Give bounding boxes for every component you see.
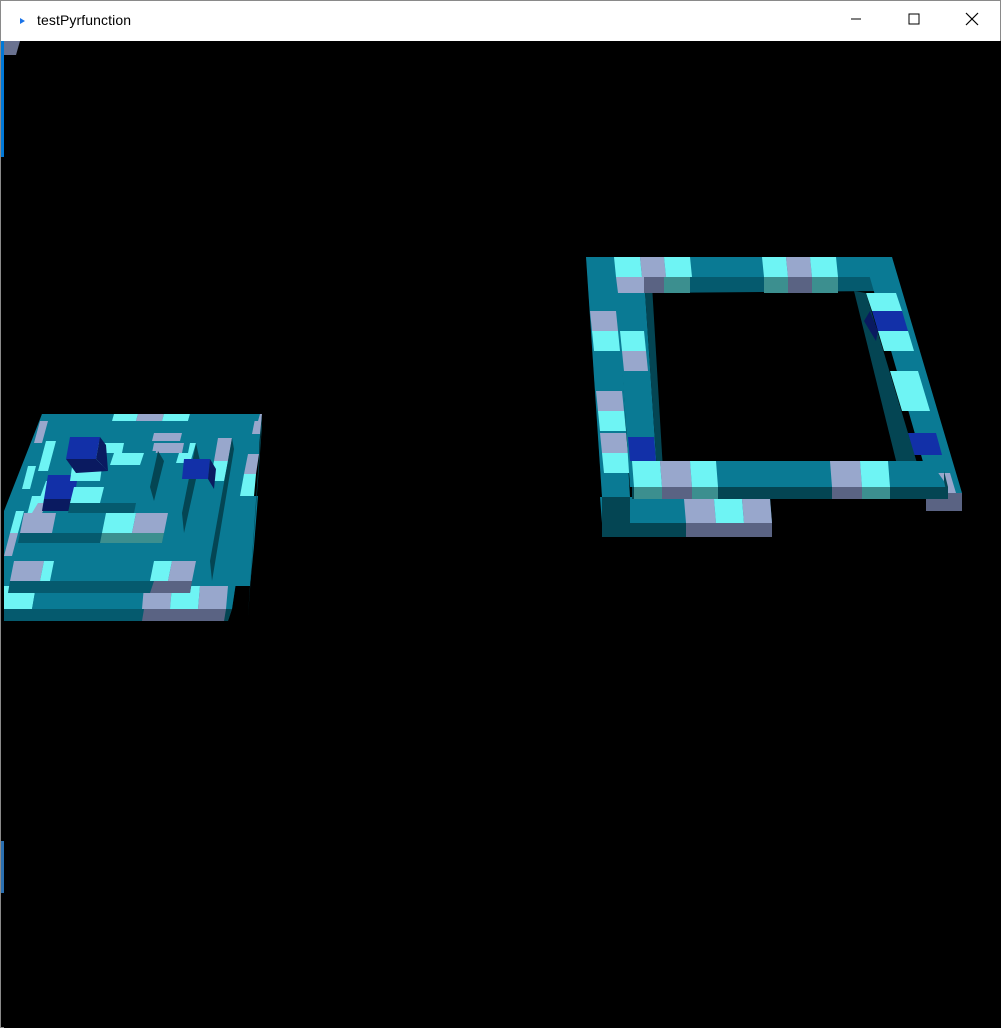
title-bar[interactable]: testPyrfunction — [1, 1, 1000, 41]
minimize-icon — [850, 12, 862, 30]
render-viewport[interactable] — [4, 41, 1001, 1028]
stepped-pyramid — [4, 414, 262, 621]
app-arrow-icon — [16, 14, 30, 28]
window-title: testPyrfunction — [37, 12, 132, 28]
app-window: testPyrfunction — [0, 0, 1001, 1028]
close-icon — [965, 12, 979, 31]
corner-artifact — [4, 41, 20, 55]
maximize-button[interactable] — [885, 1, 943, 41]
maximize-icon — [908, 12, 920, 30]
close-button[interactable] — [943, 1, 1001, 41]
minimize-button[interactable] — [827, 1, 885, 41]
square-ring-frame — [586, 257, 962, 537]
